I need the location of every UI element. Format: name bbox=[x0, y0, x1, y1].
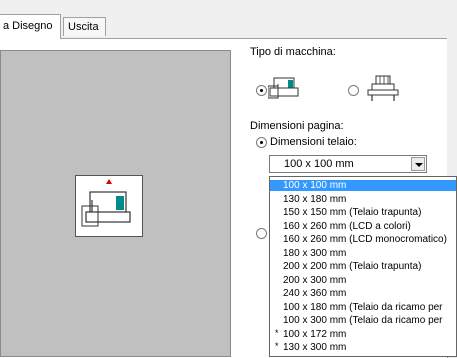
dropdown-option[interactable]: 100 x 180 mm (Telaio da ricamo per bbox=[270, 302, 456, 313]
machine-type-heading: Tipo di macchina: bbox=[250, 46, 336, 58]
dropdown-option[interactable]: 150 x 150 mm (Telaio trapunta) bbox=[270, 207, 456, 218]
hoop-thumbnail bbox=[75, 175, 143, 237]
tab-bar: a Disegno Uscita bbox=[0, 0, 457, 39]
page-size-heading: Dimensioni pagina: bbox=[250, 120, 344, 132]
hoop-size-dropdown-list[interactable]: 100 x 100 mm 130 x 180 mm 150 x 150 mm (Te… bbox=[269, 176, 457, 357]
option-marker: * bbox=[275, 341, 279, 351]
option-marker: * bbox=[275, 327, 279, 338]
option-label: 180 x 300 mm bbox=[283, 247, 347, 259]
option-label: 160 x 260 mm (LCD monocromatico) bbox=[283, 234, 447, 245]
tab-disegno[interactable]: a Disegno bbox=[0, 14, 61, 39]
option-label: 150 x 150 mm (Telaio trapunta) bbox=[283, 207, 422, 218]
option-label: 200 x 300 mm bbox=[283, 274, 347, 286]
hoop-size-combobox[interactable]: 100 x 100 mm bbox=[269, 155, 427, 173]
sewing-machine-icon[interactable] bbox=[268, 76, 300, 100]
custom-size-radio[interactable] bbox=[256, 228, 267, 239]
option-label: 130 x 300 mm bbox=[283, 342, 347, 353]
option-label: 100 x 172 mm bbox=[283, 328, 347, 340]
option-label: 100 x 300 mm (Telaio da ricamo per bbox=[283, 315, 443, 326]
tab-uscita[interactable]: Uscita bbox=[63, 17, 106, 36]
machine-type-radio-multi[interactable] bbox=[348, 85, 359, 96]
dropdown-option[interactable]: 180 x 300 mm bbox=[270, 248, 456, 259]
machine-type-radio-single[interactable] bbox=[256, 85, 267, 96]
dropdown-option[interactable]: 100 x 100 mm bbox=[270, 180, 456, 191]
combo-dropdown-button[interactable] bbox=[411, 157, 425, 171]
dropdown-option[interactable]: 240 x 360 mm bbox=[270, 288, 456, 299]
option-label: 100 x 180 mm (Telaio da ricamo per bbox=[283, 301, 443, 313]
option-label: 160 x 260 mm (LCD a colori) bbox=[283, 220, 411, 232]
option-label: 100 x 100 mm bbox=[283, 180, 347, 191]
option-label: 240 x 360 mm bbox=[283, 288, 347, 299]
dropdown-option[interactable]: * 130 x 300 mm bbox=[270, 341, 456, 353]
sewing-machine-preview-icon bbox=[81, 179, 131, 227]
hoop-size-radio[interactable] bbox=[256, 137, 267, 148]
chevron-down-icon bbox=[415, 163, 423, 167]
option-label: 200 x 200 mm (Telaio trapunta) bbox=[283, 261, 422, 272]
dropdown-option[interactable]: * 100 x 172 mm bbox=[270, 327, 456, 340]
option-label: 130 x 180 mm bbox=[283, 193, 347, 205]
hoop-size-label: Dimensioni telaio: bbox=[270, 136, 357, 148]
design-preview bbox=[0, 50, 231, 357]
combo-value: 100 x 100 mm bbox=[284, 158, 354, 170]
dropdown-option[interactable]: 100 x 300 mm (Telaio da ricamo per bbox=[270, 315, 456, 326]
dropdown-option[interactable]: 160 x 260 mm (LCD a colori) bbox=[270, 221, 456, 232]
multi-needle-machine-icon[interactable] bbox=[366, 74, 400, 102]
dropdown-option[interactable]: 130 x 180 mm bbox=[270, 194, 456, 205]
dropdown-option[interactable]: 160 x 260 mm (LCD monocromatico) bbox=[270, 234, 456, 245]
dropdown-option[interactable]: 200 x 200 mm (Telaio trapunta) bbox=[270, 261, 456, 272]
dropdown-option[interactable]: 200 x 300 mm bbox=[270, 275, 456, 286]
